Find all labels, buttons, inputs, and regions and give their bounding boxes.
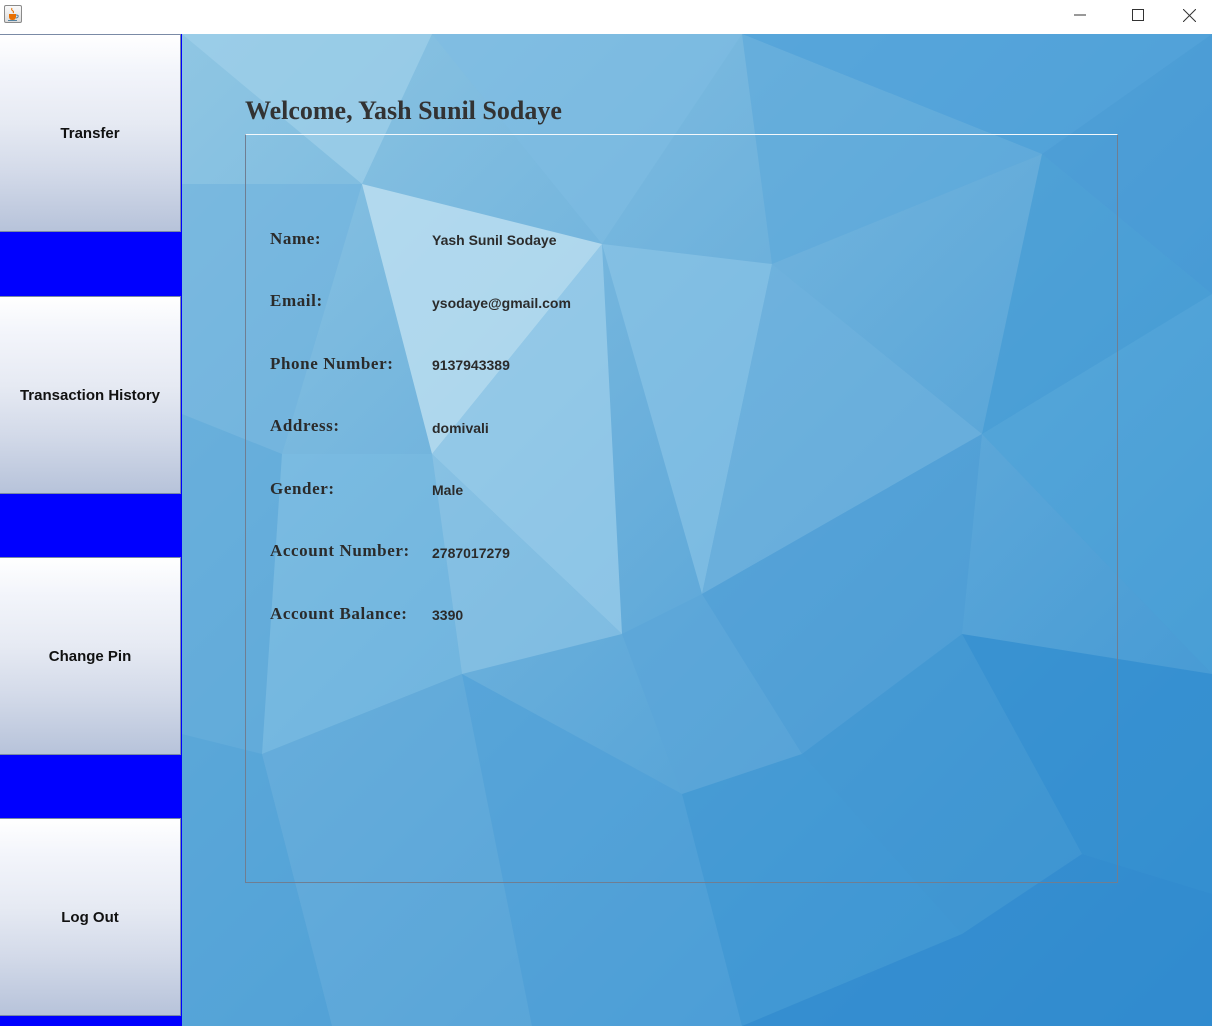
minimize-button[interactable]	[1051, 0, 1109, 30]
welcome-heading: Welcome, Yash Sunil Sodaye	[245, 96, 562, 125]
email-value: ysodaye@gmail.com	[432, 295, 571, 311]
transaction-history-button[interactable]: Transaction History	[0, 296, 181, 494]
log-out-button[interactable]: Log Out	[0, 818, 181, 1016]
java-cup-icon[interactable]	[4, 5, 22, 23]
close-icon	[1183, 8, 1196, 22]
name-value: Yash Sunil Sodaye	[432, 232, 557, 248]
account-number-value: 2787017279	[432, 545, 510, 561]
transaction-history-button-label: Transaction History	[19, 386, 161, 404]
gender-value: Male	[432, 482, 464, 498]
main-content: Welcome, Yash Sunil Sodaye Name: Yash Su…	[182, 34, 1212, 1026]
log-out-button-label: Log Out	[61, 908, 119, 926]
phone-number-value: 9137943389	[432, 357, 510, 373]
account-balance-label: Account Balance:	[270, 604, 408, 623]
app-window: Transfer Transaction History Change Pin …	[0, 0, 1212, 1026]
account-details-panel: Name: Yash Sunil Sodaye Email: ysodaye@g…	[245, 134, 1118, 883]
maximize-icon	[1132, 9, 1144, 21]
change-pin-button[interactable]: Change Pin	[0, 557, 181, 755]
gender-label: Gender:	[270, 479, 335, 498]
close-button[interactable]	[1167, 0, 1212, 30]
change-pin-button-label: Change Pin	[48, 647, 132, 665]
transfer-button[interactable]: Transfer	[0, 34, 181, 232]
sidebar: Transfer Transaction History Change Pin …	[0, 34, 182, 1026]
phone-number-label: Phone Number:	[270, 354, 394, 373]
title-bar	[0, 0, 1212, 34]
minimize-icon	[1074, 14, 1086, 16]
address-value: domivali	[432, 420, 489, 436]
email-label: Email:	[270, 291, 323, 310]
maximize-button[interactable]	[1109, 0, 1167, 30]
account-number-label: Account Number:	[270, 541, 410, 560]
account-balance-value: 3390	[432, 607, 464, 623]
address-label: Address:	[270, 416, 340, 435]
name-label: Name:	[270, 229, 322, 248]
transfer-button-label: Transfer	[60, 124, 120, 142]
